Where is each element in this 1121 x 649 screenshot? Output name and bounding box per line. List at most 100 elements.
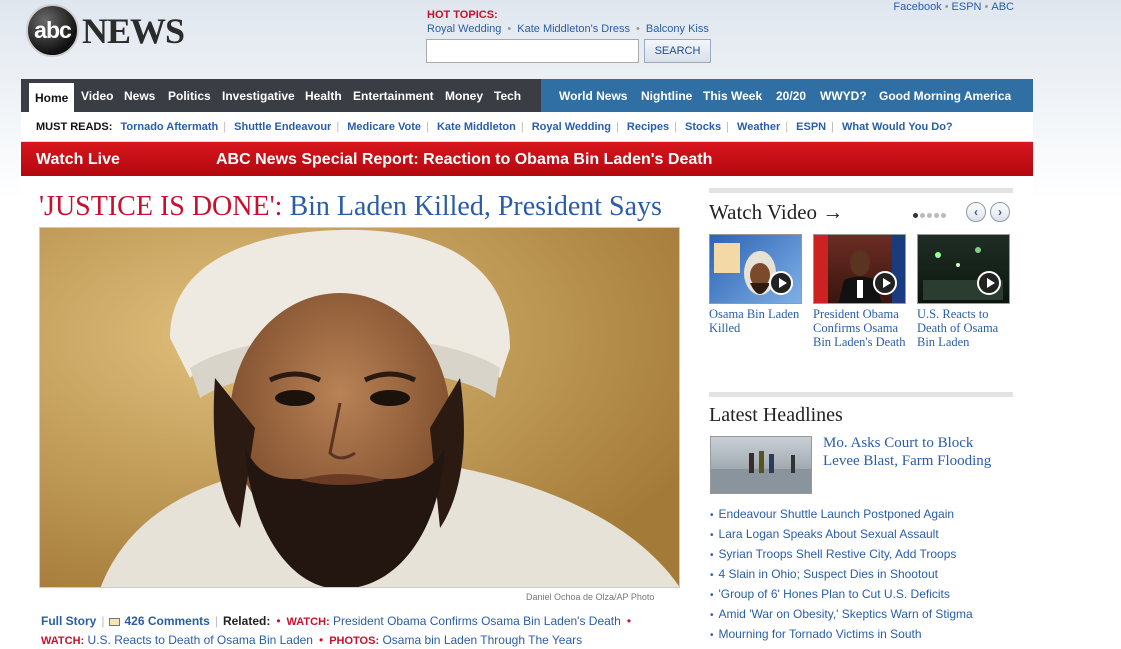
must-read-link[interactable]: What Would You Do? — [842, 121, 953, 133]
must-read-link[interactable]: ESPN — [796, 121, 826, 133]
video-caption[interactable]: U.S. Reacts to Death of Osama Bin Laden — [917, 307, 1012, 349]
headline-link[interactable]: Endeavour Shuttle Launch Postponed Again — [719, 507, 955, 521]
comments-link[interactable]: 426 Comments — [124, 614, 209, 628]
nav-world-news[interactable]: World News — [559, 79, 627, 112]
prev-arrow-icon[interactable]: ‹ — [966, 202, 986, 222]
carousel-dot[interactable] — [934, 213, 939, 218]
headline-link[interactable]: Mourning for Tornado Victims in South — [719, 627, 922, 641]
portrait-illustration — [40, 228, 679, 587]
nav-health[interactable]: Health — [305, 79, 342, 112]
section-rule — [709, 188, 1013, 193]
next-arrow-icon[interactable]: › — [990, 202, 1010, 222]
featured-headline-link[interactable]: Mo. Asks Court to Block Levee Blast, Far… — [823, 434, 1013, 470]
related-link[interactable]: Osama bin Laden Through The Years — [382, 633, 582, 647]
related-link[interactable]: President Obama Confirms Osama Bin Laden… — [333, 614, 621, 628]
photo-credit: Daniel Ochoa de Olza/AP Photo — [526, 592, 655, 602]
nav-investigative[interactable]: Investigative — [222, 79, 295, 112]
must-read-link[interactable]: Shuttle Endeavour — [234, 121, 331, 133]
video-thumbnail[interactable] — [917, 234, 1010, 304]
list-item: • Mourning for Tornado Victims in South — [710, 627, 922, 641]
list-item: • Endeavour Shuttle Launch Postponed Agai… — [710, 507, 955, 521]
top-links: Facebook • ESPN • ABC — [893, 1, 1014, 13]
special-report-link[interactable]: ABC News Special Report: Reaction to Oba… — [216, 142, 712, 177]
headline-text: Bin Laden Killed, President Says — [289, 191, 662, 222]
list-item: • Lara Logan Speaks About Sexual Assault — [710, 527, 939, 541]
hot-topics-title: HOT TOPICS: — [427, 9, 498, 21]
latest-headlines-title: Latest Headlines — [709, 404, 843, 426]
espn-link[interactable]: ESPN — [952, 1, 982, 13]
headline-quote: 'JUSTICE IS DONE': — [39, 191, 283, 222]
headline-link[interactable]: Amid 'War on Obesity,' Skeptics Warn of … — [719, 607, 973, 621]
nav-news[interactable]: News — [124, 79, 155, 112]
nav-video[interactable]: Video — [81, 79, 113, 112]
related-tag: PHOTOS: — [329, 635, 380, 647]
nav-money[interactable]: Money — [445, 79, 483, 112]
must-read-link[interactable]: Royal Wedding — [532, 121, 611, 133]
headline-link[interactable]: Lara Logan Speaks About Sexual Assault — [719, 527, 939, 541]
video-thumbnail[interactable] — [813, 234, 906, 304]
must-read-link[interactable]: Kate Middleton — [437, 121, 516, 133]
related-link[interactable]: U.S. Reacts to Death of Osama Bin Laden — [88, 633, 313, 647]
thumbnail-image — [814, 235, 905, 303]
search-button[interactable]: SEARCH — [644, 39, 711, 63]
must-reads-bar: MUST READS: Tornado Aftermath | Shuttle E… — [21, 112, 1033, 142]
video-caption[interactable]: President Obama Confirms Osama Bin Laden… — [813, 307, 908, 349]
main-nav: Home Video News Politics Investigative H… — [21, 79, 1033, 112]
nav-2020[interactable]: 20/20 — [776, 79, 806, 112]
watch-live-bar: Watch Live ABC News Special Report: Reac… — [21, 142, 1033, 176]
nav-entertainment[interactable]: Entertainment — [353, 79, 434, 112]
headline-link[interactable]: 4 Slain in Ohio; Suspect Dies in Shootou… — [719, 567, 938, 581]
nav-tech[interactable]: Tech — [494, 79, 521, 112]
must-read-link[interactable]: Stocks — [685, 121, 721, 133]
nav-wwyd[interactable]: WWYD? — [820, 79, 867, 112]
abc-link[interactable]: ABC — [991, 1, 1014, 13]
play-icon[interactable] — [873, 271, 897, 295]
section-rule — [709, 392, 1013, 397]
hot-topic-link[interactable]: Royal Wedding — [427, 23, 501, 35]
nav-home[interactable]: Home — [29, 83, 75, 112]
video-thumbnail[interactable] — [709, 234, 802, 304]
carousel-dot[interactable] — [913, 213, 918, 218]
featured-headline-thumbnail[interactable] — [710, 436, 812, 494]
must-read-link[interactable]: Tornado Aftermath — [120, 121, 218, 133]
carousel-dots — [913, 207, 948, 221]
hot-topic-link[interactable]: Balcony Kiss — [646, 23, 709, 35]
related-links: Full Story | 426 Comments | Related: • WATCH: … — [41, 614, 632, 647]
comment-icon — [109, 617, 121, 626]
full-story-link[interactable]: Full Story — [41, 614, 96, 628]
facebook-link[interactable]: Facebook — [893, 1, 941, 13]
must-read-link[interactable]: Weather — [737, 121, 780, 133]
list-item: • 4 Slain in Ohio; Suspect Dies in Shooto… — [710, 567, 938, 581]
related-tag: WATCH: — [286, 616, 330, 628]
video-caption[interactable]: Osama Bin Laden Killed — [709, 307, 804, 335]
nav-shows: World News Nightline This Week 20/20 WWY… — [541, 79, 1033, 112]
must-read-link[interactable]: Recipes — [627, 121, 669, 133]
carousel-dot[interactable] — [941, 213, 946, 218]
headline-list: • Endeavour Shuttle Launch Postponed Agai… — [710, 506, 973, 646]
hot-topics: HOT TOPICS: Royal Wedding • Kate Middleton… — [427, 9, 715, 35]
nav-nightline[interactable]: Nightline — [641, 79, 692, 112]
nav-this-week[interactable]: This Week — [703, 79, 762, 112]
logo-word: NEWS — [82, 11, 185, 51]
nav-gma[interactable]: Good Morning America — [879, 79, 1011, 112]
play-icon[interactable] — [977, 271, 1001, 295]
abc-news-logo[interactable]: abc NEWS — [26, 4, 186, 58]
carousel-dot[interactable] — [920, 213, 925, 218]
thumbnail-image — [711, 451, 811, 493]
must-read-link[interactable]: Medicare Vote — [347, 121, 421, 133]
carousel-dot[interactable] — [927, 213, 932, 218]
play-icon[interactable] — [769, 271, 793, 295]
main-headline[interactable]: 'JUSTICE IS DONE': Bin Laden Killed, Pre… — [39, 191, 662, 223]
hot-topic-link[interactable]: Kate Middleton's Dress — [517, 23, 630, 35]
nav-politics[interactable]: Politics — [168, 79, 211, 112]
headline-link[interactable]: Syrian Troops Shell Restive City, Add Tr… — [719, 547, 957, 561]
headline-link[interactable]: 'Group of 6' Hones Plan to Cut U.S. Defi… — [719, 587, 950, 601]
logo-circle: abc — [26, 4, 79, 57]
thumbnail-image — [714, 243, 776, 295]
list-item: • 'Group of 6' Hones Plan to Cut U.S. Def… — [710, 587, 950, 601]
lead-photo[interactable] — [39, 227, 680, 588]
watch-live-link[interactable]: Watch Live — [36, 142, 120, 177]
search-input[interactable] — [426, 39, 639, 63]
list-item: • Syrian Troops Shell Restive City, Add T… — [710, 547, 957, 561]
watch-video-title[interactable]: Watch Video → — [709, 200, 843, 225]
